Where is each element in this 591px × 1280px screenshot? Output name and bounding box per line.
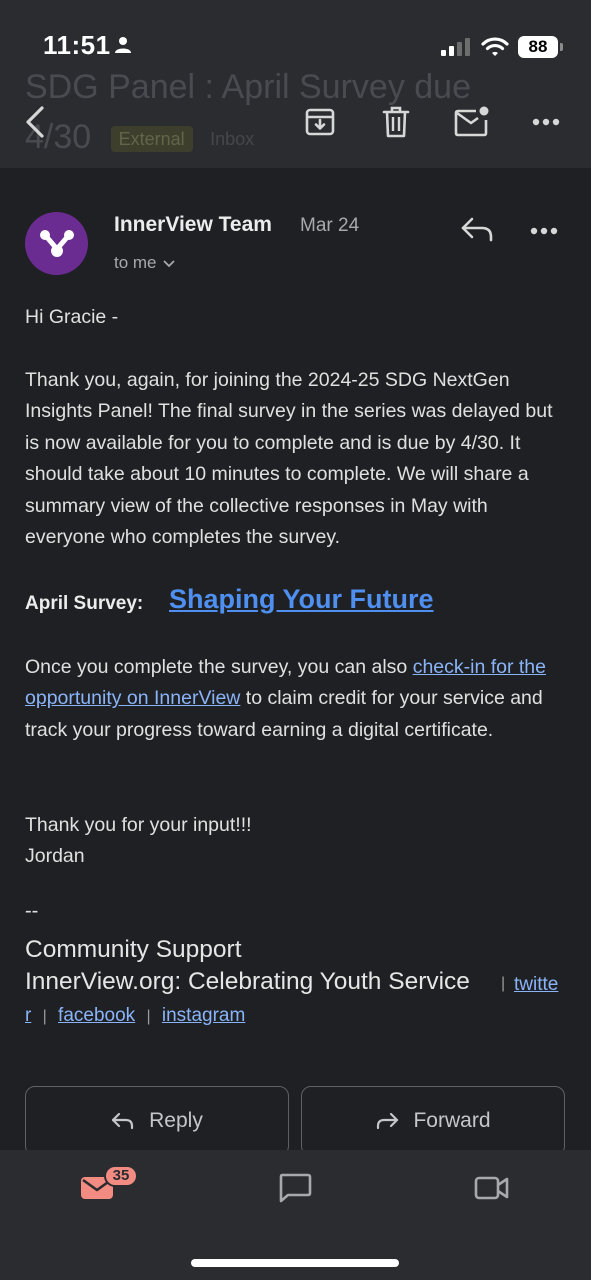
sender-name[interactable]: InnerView Team [114, 213, 272, 237]
signature-line-2-block: InnerView.org: Celebrating Youth Service [25, 968, 570, 996]
chevron-down-icon [162, 257, 175, 271]
reply-button[interactable]: Reply [25, 1086, 289, 1156]
reply-icon[interactable] [460, 216, 494, 247]
trash-icon[interactable] [376, 102, 416, 142]
battery-indicator: 88 [518, 36, 558, 58]
folder-label: Inbox [210, 129, 255, 150]
facebook-link[interactable]: facebook [58, 1005, 135, 1026]
separator-2: | [42, 1008, 47, 1025]
forward-arrow-icon [377, 1112, 399, 1130]
social-links-row: r | facebook | instagram [25, 1005, 245, 1027]
status-time: 11:51 [43, 30, 111, 60]
separator-3: | [146, 1008, 151, 1025]
forward-button[interactable]: Forward [301, 1086, 565, 1156]
subject-ghost: SDG Panel : April Survey due 4/30 Extern… [25, 62, 495, 164]
person-icon [114, 36, 132, 59]
more-options-icon[interactable] [526, 102, 566, 142]
signoff-name: Jordan [25, 845, 85, 867]
para2-text-before: Once you complete the survey, you can al… [25, 656, 413, 678]
external-label-chip: External [110, 126, 193, 153]
survey-link[interactable]: Shaping Your Future [169, 584, 434, 615]
home-indicator [191, 1259, 399, 1267]
reply-button-label: Reply [149, 1109, 203, 1132]
cellular-signal-icon [441, 38, 471, 61]
chat-tab-icon[interactable] [278, 1172, 312, 1209]
recipient-details-toggle[interactable]: to me [114, 253, 175, 273]
wifi-icon [481, 36, 509, 63]
body-paragraph-2: Once you complete the survey, you can al… [25, 652, 570, 746]
recipient-label: to me [114, 253, 157, 272]
top-app-bar: SDG Panel : April Survey due 4/30 Extern… [0, 0, 591, 168]
separator-1: | [501, 975, 506, 992]
signature-line-2: InnerView.org: Celebrating Youth Service [25, 968, 470, 995]
innerview-logo-icon [39, 229, 74, 257]
unread-count-badge: 35 [104, 1165, 138, 1187]
instagram-link[interactable]: instagram [162, 1005, 245, 1026]
reply-arrow-icon [112, 1112, 134, 1130]
archive-icon[interactable] [300, 102, 340, 142]
body-paragraph-1: Thank you, again, for joining the 2024-2… [25, 369, 553, 549]
back-arrow-icon[interactable] [15, 102, 55, 142]
thanks-line: Thank you for your input!!! [25, 814, 252, 836]
battery-tip [560, 43, 563, 51]
signature-line-1: Community Support [25, 936, 242, 963]
forward-button-label: Forward [413, 1109, 491, 1132]
twitter-link-part2[interactable]: r [25, 1005, 31, 1026]
mark-unread-icon[interactable] [452, 102, 492, 142]
twitter-link-part1[interactable]: twitte [514, 974, 562, 996]
meet-video-tab-icon[interactable] [474, 1174, 510, 1207]
sender-avatar[interactable] [25, 212, 88, 275]
survey-label: April Survey: [25, 593, 144, 614]
signature-dash: -- [25, 900, 39, 922]
message-more-icon[interactable] [530, 222, 558, 240]
message-date: Mar 24 [300, 215, 360, 236]
greeting: Hi Gracie - [25, 306, 119, 328]
